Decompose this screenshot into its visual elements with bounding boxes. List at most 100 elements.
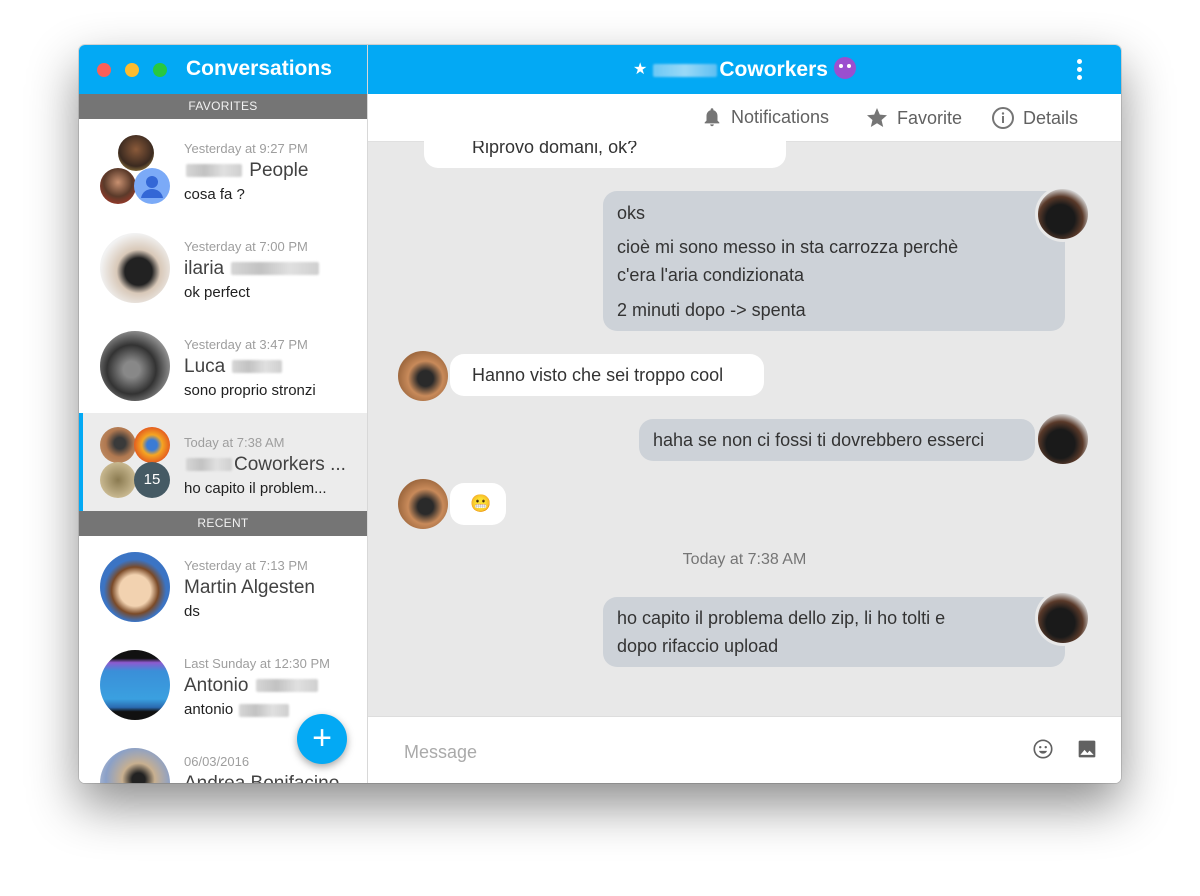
person-icon xyxy=(141,176,163,198)
avatar xyxy=(100,427,136,463)
redacted-text xyxy=(231,262,320,276)
outgoing-message: haha se non ci fossi ti dovrebbero esser… xyxy=(639,419,1035,461)
outgoing-message: oks cioè mi sono messo in sta carrozza p… xyxy=(603,191,1065,331)
conversation-snippet: ds xyxy=(184,603,200,620)
close-window-button[interactable] xyxy=(97,63,111,77)
message-text: haha se non ci fossi ti dovrebbero esser… xyxy=(653,430,985,450)
conversations-sidebar: Conversations FAVORITES Yesterday at 9:2… xyxy=(79,45,368,783)
conversation-item[interactable]: Yesterday at 7:13 PM Martin Algesten ds xyxy=(79,536,367,634)
avatar xyxy=(100,168,136,204)
chat-title-text: Coworkers xyxy=(719,58,828,81)
redacted-text xyxy=(255,679,318,693)
avatar xyxy=(118,135,154,171)
conversation-snippet: ho capito il problem... xyxy=(184,480,327,497)
conversation-snippet: cosa fa ? xyxy=(184,186,245,203)
incoming-message: 😬 xyxy=(450,483,506,525)
user-avatar xyxy=(1035,411,1091,467)
new-conversation-button[interactable]: + xyxy=(297,714,347,764)
smiley-icon xyxy=(1033,739,1053,759)
conversation-name: Luca xyxy=(184,356,284,378)
chat-toolbar: Notifications Favorite Details xyxy=(368,94,1121,142)
conversation-item[interactable]: Yesterday at 9:27 PM People cosa fa ? xyxy=(79,119,367,217)
message-text: Riprovo domani, ok? xyxy=(472,141,638,157)
info-icon xyxy=(992,107,1014,129)
redacted-text xyxy=(232,360,283,374)
favorite-label: Favorite xyxy=(897,107,963,128)
conversation-name-text: Antonio xyxy=(184,675,249,696)
message-input[interactable] xyxy=(402,737,1006,767)
sidebar-title: Conversations xyxy=(186,57,332,80)
conversation-name-text: People xyxy=(249,160,309,181)
conversation-name-text: ilaria xyxy=(184,258,225,279)
contact-avatar xyxy=(395,348,451,404)
conversation-time: Yesterday at 9:27 PM xyxy=(184,141,308,156)
conversation-time: Last Sunday at 12:30 PM xyxy=(184,656,330,671)
conversation-name: Antonio xyxy=(184,675,320,697)
bell-icon xyxy=(704,108,720,127)
section-header-recent: RECENT xyxy=(79,511,367,536)
redacted-text xyxy=(653,63,718,77)
message-text: Hanno visto che sei troppo cool xyxy=(472,365,724,385)
outgoing-message: ho capito il problema dello zip, li ho t… xyxy=(603,597,1065,667)
conversation-snippet-text: antonio xyxy=(184,701,234,718)
avatar xyxy=(100,233,170,303)
redacted-text xyxy=(239,703,290,717)
user-avatar xyxy=(1035,590,1091,646)
conversation-item-active[interactable]: 15 Today at 7:38 AM Coworkers ... ho cap… xyxy=(79,413,367,511)
redacted-text xyxy=(186,458,232,472)
conversation-name-text: Coworkers ... xyxy=(234,454,346,475)
incoming-message: Hanno visto che sei troppo cool xyxy=(450,354,764,396)
section-header-favorites: FAVORITES xyxy=(79,94,367,119)
message-composer xyxy=(368,716,1121,783)
message-text: 2 minuti dopo -> spenta xyxy=(617,300,806,320)
sidebar-header: Conversations xyxy=(79,45,367,94)
message-text: dopo rifaccio upload xyxy=(617,636,779,656)
notifications-button[interactable]: Notifications xyxy=(701,106,829,128)
avatar xyxy=(134,427,170,463)
timestamp-divider: Today at 7:38 AM xyxy=(682,551,807,568)
avatar xyxy=(100,331,170,401)
conversation-name: ilaria xyxy=(184,258,321,280)
conversation-name: Coworkers ... xyxy=(184,454,346,476)
devil-emoji-icon xyxy=(833,57,856,79)
avatar xyxy=(100,748,170,783)
redacted-text xyxy=(186,164,242,178)
default-user-avatar xyxy=(134,168,170,204)
conversation-item[interactable]: Yesterday at 3:47 PM Luca sono proprio s… xyxy=(79,315,367,413)
message-text: c'era l'aria condizionata xyxy=(617,265,804,285)
chat-panel: ★ Coworkers Notifications Favorite Detail… xyxy=(368,45,1121,783)
conversation-name: People xyxy=(184,160,308,182)
image-icon xyxy=(1078,740,1096,758)
favorite-button[interactable]: Favorite xyxy=(865,106,962,130)
attach-image-button[interactable] xyxy=(1077,739,1097,764)
contact-avatar xyxy=(395,476,451,532)
notifications-label: Notifications xyxy=(731,106,830,127)
member-count-badge: 15 xyxy=(134,462,170,498)
zoom-window-button[interactable] xyxy=(153,63,167,77)
conversation-snippet: antonio xyxy=(184,701,291,718)
conversation-time: 06/03/2016 xyxy=(184,754,250,769)
conversation-time: Today at 7:38 AM xyxy=(184,435,285,450)
avatar xyxy=(100,650,170,720)
conversation-name: Andrea Bonifacino xyxy=(184,773,339,783)
chat-title: ★ Coworkers xyxy=(368,57,1121,82)
emoji-picker-button[interactable] xyxy=(1032,738,1054,765)
message-text: ho capito il problema dello zip, li ho t… xyxy=(617,608,946,628)
conversation-item[interactable]: Yesterday at 7:00 PM ilaria ok perfect xyxy=(79,217,367,315)
incoming-message: Riprovo domani, ok? xyxy=(424,141,786,168)
app-window: Conversations FAVORITES Yesterday at 9:2… xyxy=(79,45,1121,783)
conversation-name: Martin Algesten xyxy=(184,577,315,598)
favorite-star-icon: ★ xyxy=(633,61,648,78)
details-button[interactable]: Details xyxy=(991,106,1078,130)
minimize-window-button[interactable] xyxy=(125,63,139,77)
user-avatar xyxy=(1035,186,1091,242)
grimacing-emoji: 😬 xyxy=(470,494,492,513)
more-options-icon[interactable] xyxy=(1077,59,1083,83)
avatar xyxy=(100,462,136,498)
conversation-time: Yesterday at 7:13 PM xyxy=(184,558,308,573)
star-icon xyxy=(867,108,887,127)
conversation-snippet: sono proprio stronzi xyxy=(184,382,316,399)
avatar xyxy=(100,552,170,622)
conversation-time: Yesterday at 7:00 PM xyxy=(184,239,308,254)
details-label: Details xyxy=(1023,107,1079,128)
